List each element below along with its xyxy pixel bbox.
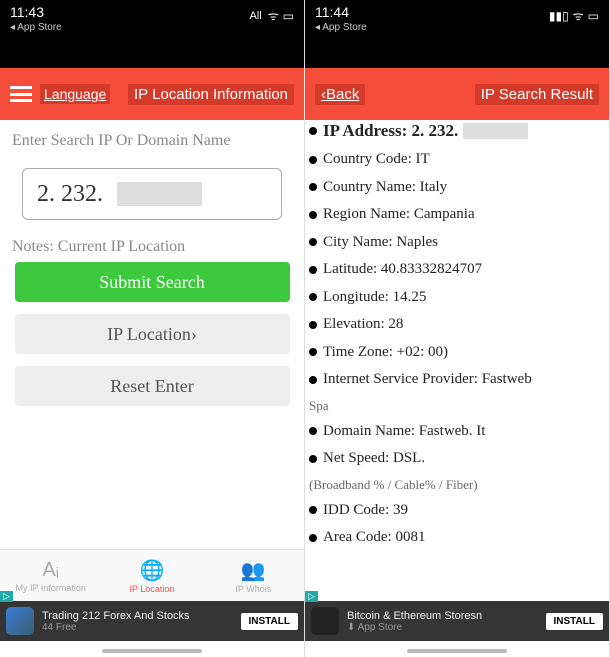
ad-subtitle: ⬇ App Store xyxy=(347,622,546,633)
result-latitude: Latitude: 40.83332824707 xyxy=(323,260,482,280)
result-speed-note: (Broadband % / Cable% / Fiber) xyxy=(309,477,605,493)
battery-icon: ▭ xyxy=(283,9,294,23)
phone-left: 11:43 ◂ App Store All ᯤ ▭ Language IP Lo… xyxy=(0,0,305,657)
ad-marker-icon: ▷ xyxy=(0,591,13,602)
globe-icon: 🌐 xyxy=(140,558,165,583)
redacted-overlay xyxy=(463,123,528,139)
signal-icon: ▮▮▯ xyxy=(549,9,569,23)
home-indicator xyxy=(407,649,507,653)
result-domain: Domain Name: Fastweb. It xyxy=(323,422,485,442)
people-icon: 👥 xyxy=(241,558,266,583)
ad-title: Trading 212 Forex And Stocks xyxy=(42,610,241,622)
ad-banner[interactable]: ▷ Trading 212 Forex And Stocks 44 Free I… xyxy=(0,601,304,641)
ip-location-button[interactable]: IP Location› xyxy=(15,314,290,354)
ad-title: Bitcoin & Ethereum Storesn xyxy=(347,610,546,622)
wifi-icon: ᯤ xyxy=(573,7,584,24)
back-button[interactable]: ‹Back xyxy=(315,84,365,105)
status-icons: ▮▮▯ ᯤ ▭ xyxy=(549,4,599,24)
ad-app-icon xyxy=(6,607,34,635)
notes-label: Notes: Current IP Location xyxy=(12,238,292,256)
result-country-code: Country Code: IT xyxy=(323,150,430,170)
wifi-icon: ᯤ xyxy=(268,7,279,24)
result-isp: Internet Service Provider: Fastweb xyxy=(323,370,532,390)
redacted-overlay xyxy=(117,182,202,206)
bottom-nav: Aᵢ My IP Information 🌐 IP Location 👥 IP … xyxy=(0,549,304,601)
header-title: IP Search Result xyxy=(475,84,599,105)
install-button[interactable]: INSTALL xyxy=(241,613,298,630)
ad-banner[interactable]: ▷ Bitcoin & Ethereum Storesn ⬇ App Store… xyxy=(305,601,609,641)
carrier-label: All xyxy=(249,10,261,22)
result-timezone: Time Zone: +02: 00) xyxy=(323,343,448,363)
result-country-name: Country Name: Italy xyxy=(323,178,447,198)
nav-my-ip[interactable]: Aᵢ My IP Information xyxy=(0,550,101,601)
ad-app-icon xyxy=(311,607,339,635)
menu-icon[interactable] xyxy=(10,86,32,102)
appstore-back[interactable]: ◂ App Store xyxy=(315,22,367,33)
ad-subtitle: 44 Free xyxy=(42,622,241,633)
status-bar: 11:43 ◂ App Store All ᯤ ▭ xyxy=(0,0,304,40)
app-header: ‹Back IP Search Result xyxy=(305,68,609,120)
ad-marker-icon: ▷ xyxy=(305,591,318,602)
install-button[interactable]: INSTALL xyxy=(546,613,603,630)
result-ip: IP Address: 2. 232. xyxy=(323,120,458,142)
result-speed: Net Speed: DSL. xyxy=(323,449,425,469)
result-idd: IDD Code: 39 xyxy=(323,501,408,521)
info-icon: Aᵢ xyxy=(42,559,58,582)
result-isp-cont: Spa xyxy=(309,398,605,414)
reset-button[interactable]: Reset Enter xyxy=(15,366,290,406)
home-indicator xyxy=(102,649,202,653)
status-time: 11:43 xyxy=(10,4,62,20)
nav-ip-whois[interactable]: 👥 IP Whois xyxy=(203,550,304,601)
status-bar: 11:44 ◂ App Store ▮▮▯ ᯤ ▭ xyxy=(305,0,609,40)
submit-search-button[interactable]: Submit Search xyxy=(15,262,290,302)
app-header: Language IP Location Information xyxy=(0,68,304,120)
result-longitude: Longitude: 14.25 xyxy=(323,288,426,308)
phone-right: 11:44 ◂ App Store ▮▮▯ ᯤ ▭ ‹Back IP Searc… xyxy=(305,0,610,657)
result-elevation: Elevation: 28 xyxy=(323,315,403,335)
search-label: Enter Search IP Or Domain Name xyxy=(12,132,292,150)
status-icons: All ᯤ ▭ xyxy=(249,4,294,24)
result-city: City Name: Naples xyxy=(323,233,438,253)
nav-ip-location[interactable]: 🌐 IP Location xyxy=(101,550,202,601)
result-region: Region Name: Campania xyxy=(323,205,475,225)
header-title: IP Location Information xyxy=(128,84,294,105)
battery-icon: ▭ xyxy=(588,9,599,23)
language-button[interactable]: Language xyxy=(40,84,110,104)
appstore-back[interactable]: ◂ App Store xyxy=(10,22,62,33)
result-area: Area Code: 0081 xyxy=(323,528,425,548)
status-time: 11:44 xyxy=(315,4,367,20)
